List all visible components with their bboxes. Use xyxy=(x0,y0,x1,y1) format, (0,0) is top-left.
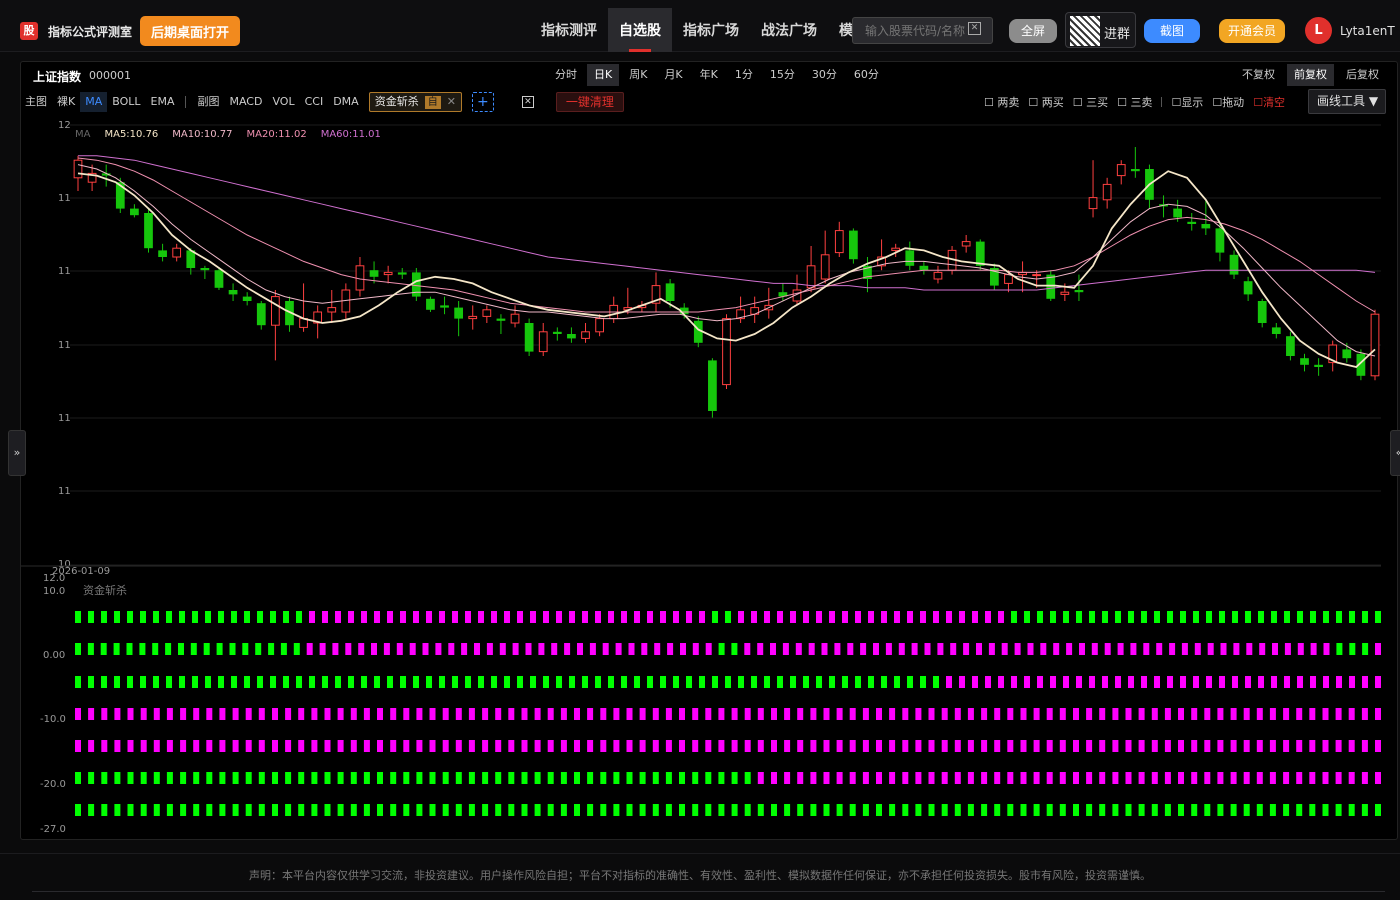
draw-tools-bar: ☐ 两卖 ☐ 两买 ☐ 三买 ☐ 三卖 ☐显示 ☐拖动 ☐清空 xyxy=(984,91,1294,113)
sub-y-axis-label: 10.0 xyxy=(43,586,66,597)
fullscreen-button[interactable]: 全屏 xyxy=(1009,19,1057,43)
draw-tool-three-buy[interactable]: ☐ 三买 xyxy=(1073,94,1108,110)
period-tabs: 分时 日K 周K 月K 年K 1分 15分 30分 60分 xyxy=(548,64,889,86)
ma-legend-item: MA5:10.76 xyxy=(104,129,159,140)
avatar[interactable]: L xyxy=(1305,17,1332,44)
sub-chart-label: 副图 xyxy=(197,95,220,108)
period-tab[interactable]: 月K xyxy=(657,64,689,86)
y-axis-label: 12 xyxy=(58,120,71,131)
main-chart-label: 主图 xyxy=(25,95,47,108)
nav-watchlist[interactable]: 自选股 xyxy=(608,8,672,52)
y-axis-label: 11 xyxy=(58,193,71,204)
y-axis-label: 11 xyxy=(58,413,71,424)
period-tab[interactable]: 60分 xyxy=(847,64,886,86)
ma-legend-item: MA xyxy=(75,129,91,140)
period-tab-active[interactable]: 日K xyxy=(587,64,620,86)
draw-tool-drag[interactable]: ☐拖动 xyxy=(1212,94,1244,110)
period-tab[interactable]: 年K xyxy=(693,64,725,86)
sub-item[interactable]: DMA xyxy=(328,92,364,112)
open-desktop-button[interactable]: 后期桌面打开 xyxy=(140,16,240,46)
logo-icon: 股 xyxy=(20,22,38,40)
y-axis-label: 11 xyxy=(58,266,71,277)
ma-legend-item: MA20:11.02 xyxy=(246,129,307,140)
divider xyxy=(185,96,187,108)
main-nav: 指标测评 自选股 指标广场 战法广场 模拟盘 xyxy=(530,8,892,52)
sub-y-axis-label: -10.0 xyxy=(40,714,66,725)
close-icon[interactable]: ✕ xyxy=(447,95,456,108)
join-group-button[interactable]: 进群 xyxy=(1065,12,1136,48)
ma-legend-item: MA60:11.01 xyxy=(320,129,381,140)
draw-tool-two-buy[interactable]: ☐ 两买 xyxy=(1028,94,1063,110)
period-tab[interactable]: 周K xyxy=(622,64,654,86)
username[interactable]: Lyta1enT xyxy=(1340,24,1395,38)
vip-button[interactable]: 开通会员 xyxy=(1219,19,1285,43)
adjust-tab[interactable]: 不复权 xyxy=(1235,64,1282,86)
y-axis-label: 11 xyxy=(58,340,71,351)
search-clear-icon[interactable]: ✕ xyxy=(968,22,981,35)
period-tab[interactable]: 15分 xyxy=(763,64,802,86)
checkbox-icon[interactable]: ✕ xyxy=(521,96,534,108)
ma-legend-item: MA10:10.77 xyxy=(172,129,233,140)
sub-item[interactable]: CCI xyxy=(300,92,329,112)
indicator-chip[interactable]: 资金斩杀自 ✕ xyxy=(368,92,462,112)
adjust-tabs: 不复权 前复权 后复权 xyxy=(1230,64,1386,86)
symbol-code: 000001 xyxy=(89,69,131,82)
add-indicator-button[interactable]: + xyxy=(471,92,494,112)
chart-panel xyxy=(20,61,1398,840)
draw-tool-show[interactable]: ☐显示 xyxy=(1171,94,1203,110)
sub-y-axis-label: 0.00 xyxy=(43,650,66,661)
disclaimer: 声明：本平台内容仅供学习交流，非投资建议。用户操作风险自担；平台不对指标的准确性… xyxy=(249,869,1151,882)
sub-y-axis-label: -20.0 xyxy=(40,779,66,790)
symbol-name: 上证指数 xyxy=(33,70,82,84)
expand-right-icon[interactable]: « xyxy=(1390,430,1400,476)
y-axis-label: 11 xyxy=(58,486,71,497)
indicator-chip-label: 资金斩杀 xyxy=(374,95,419,108)
nav-strategy-square[interactable]: 战法广场 xyxy=(750,8,828,52)
main-item[interactable]: 裸K xyxy=(52,92,80,112)
clear-all-button[interactable]: 一键清理 xyxy=(555,92,624,112)
ma-legend: MA MA5:10.76 MA10:10.77 MA20:11.02 MA60:… xyxy=(75,129,395,140)
qr-code-icon xyxy=(1070,16,1100,46)
nav-indicator-square[interactable]: 指标广场 xyxy=(672,8,750,52)
divider xyxy=(32,891,1385,892)
draw-tool-three-sell[interactable]: ☐ 三卖 xyxy=(1117,94,1152,110)
main-item[interactable]: BOLL xyxy=(107,92,145,112)
adjust-tab-active[interactable]: 前复权 xyxy=(1287,64,1334,86)
draw-tools-label: 画线工具 xyxy=(1317,94,1366,108)
expand-left-icon[interactable]: » xyxy=(8,430,26,476)
screenshot-button[interactable]: 截图 xyxy=(1144,19,1200,43)
draw-tools-dropdown[interactable]: 画线工具 ▼ xyxy=(1308,89,1386,114)
app-title: 指标公式评测室 xyxy=(48,25,133,39)
sub-y-axis-label: 12.0 xyxy=(43,573,66,584)
adjust-tab[interactable]: 后复权 xyxy=(1339,64,1386,86)
sub-item[interactable]: VOL xyxy=(267,92,299,112)
main-item-active[interactable]: MA xyxy=(80,92,108,112)
period-tab[interactable]: 分时 xyxy=(548,64,584,86)
chevron-down-icon: ▼ xyxy=(1368,94,1379,108)
period-tab[interactable]: 1分 xyxy=(728,64,760,86)
sub-y-axis-label: -27.0 xyxy=(40,824,66,835)
period-tab[interactable]: 30分 xyxy=(805,64,844,86)
draw-tool-clear[interactable]: ☐清空 xyxy=(1253,94,1285,110)
divider xyxy=(1161,97,1163,107)
sub-chart-title: 资金斩杀 xyxy=(83,584,127,597)
nav-indicator-review[interactable]: 指标测评 xyxy=(530,8,608,52)
indicator-toolbar: 主图 裸K MA BOLL EMA 副图 MACD VOL CCI DMA 资金… xyxy=(20,91,624,113)
indicator-chip-badge: 自 xyxy=(424,96,441,109)
join-group-label: 进群 xyxy=(1104,27,1131,42)
main-item[interactable]: EMA xyxy=(146,92,180,112)
sub-item[interactable]: MACD xyxy=(224,92,267,112)
draw-tool-two-sell[interactable]: ☐ 两卖 xyxy=(984,94,1019,110)
